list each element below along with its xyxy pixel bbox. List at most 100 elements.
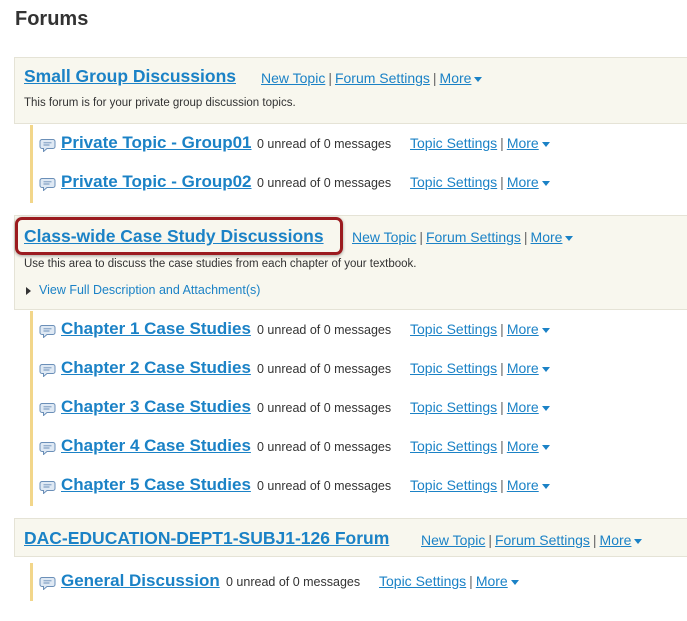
chat-bubble-icon	[39, 441, 56, 455]
topic-title-link[interactable]: Chapter 4 Case Studies	[61, 436, 251, 456]
forum-settings-link[interactable]: Forum Settings	[426, 229, 521, 245]
topic-row: Private Topic - Group01 0 unread of 0 me…	[33, 125, 673, 164]
more-menu-link[interactable]: More	[476, 573, 519, 589]
topic-actions: Topic Settings | More	[410, 174, 550, 190]
chat-bubble-icon	[39, 363, 56, 377]
more-menu-link[interactable]: More	[507, 135, 550, 151]
more-menu-link[interactable]: More	[507, 438, 550, 454]
topic-settings-link[interactable]: Topic Settings	[410, 135, 497, 151]
topic-title-link[interactable]: Chapter 5 Case Studies	[61, 475, 251, 495]
more-menu-link[interactable]: More	[600, 532, 643, 548]
more-menu-link[interactable]: More	[507, 174, 550, 190]
topic-list: General Discussion 0 unread of 0 message…	[30, 563, 519, 601]
chat-bubble-icon	[39, 480, 56, 494]
more-label: More	[599, 532, 632, 548]
full-description-label: View Full Description and Attachment(s)	[39, 283, 261, 297]
topic-actions: Topic Settings | More	[410, 399, 550, 415]
unread-count: 0 unread of 0 messages	[226, 575, 361, 589]
topic-settings-link[interactable]: Topic Settings	[410, 477, 497, 493]
more-label: More	[506, 174, 539, 190]
forum-title-link[interactable]: Small Group Discussions	[24, 66, 236, 87]
topic-actions: Topic Settings | More	[379, 573, 519, 589]
triangle-right-icon	[26, 286, 31, 295]
caret-down-icon	[541, 180, 550, 186]
topic-row: Chapter 5 Case Studies 0 unread of 0 mes…	[33, 467, 673, 506]
topic-settings-link[interactable]: Topic Settings	[410, 174, 497, 190]
topic-row: Chapter 4 Case Studies 0 unread of 0 mes…	[33, 428, 673, 467]
topic-settings-link[interactable]: Topic Settings	[410, 360, 497, 376]
topic-title-link[interactable]: Private Topic - Group01	[61, 133, 252, 153]
forum-actions: New Topic | Forum Settings | More	[421, 532, 643, 548]
forum-header: Small Group Discussions New Topic | Forum …	[14, 57, 687, 124]
caret-down-icon	[541, 327, 550, 333]
chat-bubble-icon	[39, 576, 56, 590]
unread-count: 0 unread of 0 messages	[257, 479, 392, 493]
topic-title-link[interactable]: General Discussion	[61, 571, 220, 591]
more-menu-link[interactable]: More	[531, 229, 574, 245]
topic-list: Chapter 1 Case Studies 0 unread of 0 mes…	[30, 311, 550, 506]
caret-down-icon	[474, 76, 483, 82]
forum-header: DAC-EDUCATION-DEPT1-SUBJ1-126 Forum New …	[14, 518, 687, 557]
caret-down-icon	[510, 579, 519, 585]
page-title: Forums	[15, 8, 89, 30]
more-menu-link[interactable]: More	[440, 70, 483, 86]
more-label: More	[506, 360, 539, 376]
forum-description: Use this area to discuss the case studie…	[24, 258, 417, 270]
more-label: More	[506, 477, 539, 493]
topic-actions: Topic Settings | More	[410, 321, 550, 337]
more-label: More	[506, 135, 539, 151]
topic-list: Private Topic - Group01 0 unread of 0 me…	[30, 125, 550, 203]
more-menu-link[interactable]: More	[507, 321, 550, 337]
topic-title-link[interactable]: Private Topic - Group02	[61, 172, 252, 192]
chat-bubble-icon	[39, 138, 56, 152]
topic-row: Chapter 3 Case Studies 0 unread of 0 mes…	[33, 389, 673, 428]
more-label: More	[439, 70, 472, 86]
caret-down-icon	[541, 444, 550, 450]
unread-count: 0 unread of 0 messages	[257, 137, 392, 151]
more-menu-link[interactable]: More	[507, 360, 550, 376]
topic-title-link[interactable]: Chapter 3 Case Studies	[61, 397, 251, 417]
highlight-outline	[15, 217, 343, 255]
more-label: More	[506, 399, 539, 415]
chat-bubble-icon	[39, 177, 56, 191]
forum-settings-link[interactable]: Forum Settings	[335, 70, 430, 86]
unread-count: 0 unread of 0 messages	[257, 323, 392, 337]
new-topic-link[interactable]: New Topic	[261, 70, 325, 86]
forum-actions: New Topic | Forum Settings | More	[352, 229, 574, 245]
caret-down-icon	[541, 483, 550, 489]
unread-count: 0 unread of 0 messages	[257, 440, 392, 454]
topic-settings-link[interactable]: Topic Settings	[410, 321, 497, 337]
unread-count: 0 unread of 0 messages	[257, 176, 392, 190]
caret-down-icon	[565, 235, 574, 241]
forum-title-link[interactable]: DAC-EDUCATION-DEPT1-SUBJ1-126 Forum	[24, 528, 389, 549]
topic-row: Private Topic - Group02 0 unread of 0 me…	[33, 164, 673, 203]
forum-actions: New Topic | Forum Settings | More	[261, 70, 483, 86]
topic-actions: Topic Settings | More	[410, 477, 550, 493]
forum-settings-link[interactable]: Forum Settings	[495, 532, 590, 548]
topic-settings-link[interactable]: Topic Settings	[379, 573, 466, 589]
forum-description: This forum is for your private group dis…	[24, 97, 296, 109]
caret-down-icon	[541, 141, 550, 147]
unread-count: 0 unread of 0 messages	[257, 401, 392, 415]
topic-row: General Discussion 0 unread of 0 message…	[33, 563, 673, 602]
new-topic-link[interactable]: New Topic	[352, 229, 416, 245]
caret-down-icon	[541, 405, 550, 411]
new-topic-link[interactable]: New Topic	[421, 532, 485, 548]
topic-title-link[interactable]: Chapter 1 Case Studies	[61, 319, 251, 339]
topic-title-link[interactable]: Chapter 2 Case Studies	[61, 358, 251, 378]
more-menu-link[interactable]: More	[507, 477, 550, 493]
topic-settings-link[interactable]: Topic Settings	[410, 438, 497, 454]
more-label: More	[506, 321, 539, 337]
topic-actions: Topic Settings | More	[410, 438, 550, 454]
caret-down-icon	[541, 366, 550, 372]
topic-settings-link[interactable]: Topic Settings	[410, 399, 497, 415]
chat-bubble-icon	[39, 324, 56, 338]
caret-down-icon	[634, 538, 643, 544]
view-full-description-link[interactable]: View Full Description and Attachment(s)	[26, 283, 260, 297]
topic-row: Chapter 2 Case Studies 0 unread of 0 mes…	[33, 350, 673, 389]
topic-actions: Topic Settings | More	[410, 360, 550, 376]
more-label: More	[475, 573, 508, 589]
topic-actions: Topic Settings | More	[410, 135, 550, 151]
unread-count: 0 unread of 0 messages	[257, 362, 392, 376]
more-menu-link[interactable]: More	[507, 399, 550, 415]
